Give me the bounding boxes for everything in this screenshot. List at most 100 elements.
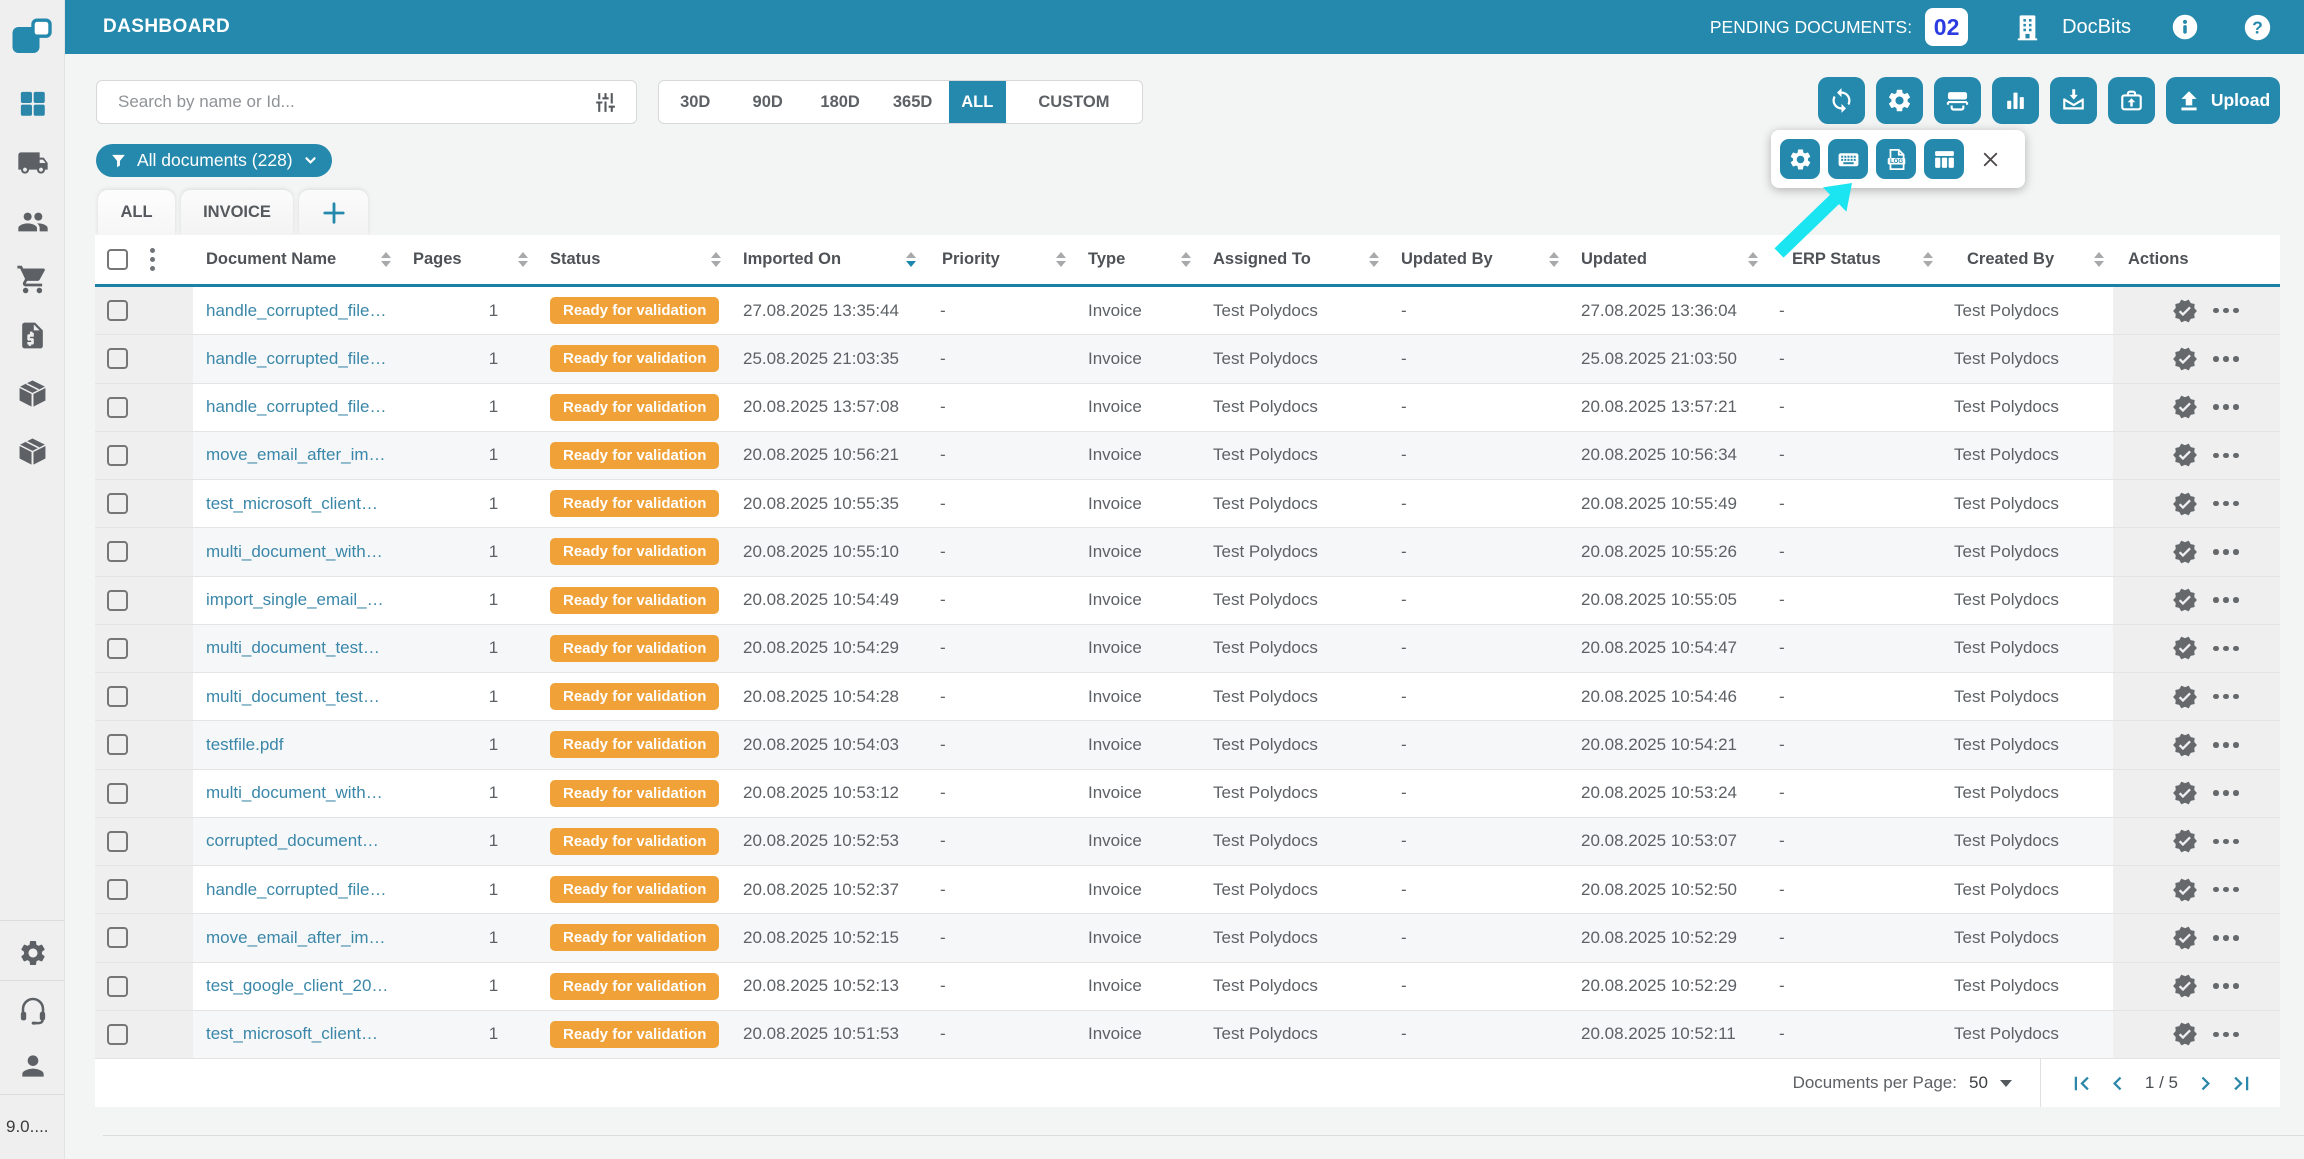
table-row[interactable]: multi_document_with… 1 Ready for validat… bbox=[95, 770, 2280, 818]
row-kebab-icon[interactable] bbox=[2213, 646, 2239, 652]
scanner-button[interactable] bbox=[1934, 77, 1981, 124]
verified-badge-icon[interactable] bbox=[2172, 828, 2198, 854]
table-row[interactable]: multi_document_with… 1 Ready for validat… bbox=[95, 528, 2280, 576]
verified-badge-icon[interactable] bbox=[2172, 877, 2198, 903]
verified-badge-icon[interactable] bbox=[2172, 346, 2198, 372]
document-link[interactable]: handle_corrupted_file… bbox=[206, 880, 387, 900]
row-checkbox[interactable] bbox=[107, 879, 128, 900]
info-icon[interactable] bbox=[2171, 13, 2199, 41]
column-header-imported-on[interactable]: Imported On bbox=[730, 235, 925, 284]
sidebar-item-dashboard[interactable] bbox=[0, 88, 65, 119]
document-link[interactable]: handle_corrupted_file… bbox=[206, 397, 387, 417]
table-row[interactable]: multi_document_test… 1 Ready for validat… bbox=[95, 673, 2280, 721]
column-header-document-name[interactable]: Document Name bbox=[193, 235, 400, 284]
table-row[interactable]: corrupted_document… 1 Ready for validati… bbox=[95, 818, 2280, 866]
row-kebab-icon[interactable] bbox=[2213, 549, 2239, 555]
document-link[interactable]: multi_document_with… bbox=[206, 783, 383, 803]
table-row[interactable]: test_microsoft_client… 1 Ready for valid… bbox=[95, 480, 2280, 528]
row-kebab-icon[interactable] bbox=[2213, 839, 2239, 845]
document-link[interactable]: multi_document_with… bbox=[206, 542, 383, 562]
next-page-icon[interactable] bbox=[2190, 1070, 2220, 1097]
table-row[interactable]: import_single_email_… 1 Ready for valida… bbox=[95, 577, 2280, 625]
tab-invoice[interactable]: INVOICE bbox=[181, 190, 293, 235]
range-365d[interactable]: 365D bbox=[876, 81, 948, 123]
popup-keyboard-button[interactable] bbox=[1828, 139, 1868, 179]
table-row[interactable]: test_google_client_20… 1 Ready for valid… bbox=[95, 963, 2280, 1011]
table-row[interactable]: handle_corrupted_file… 1 Ready for valid… bbox=[95, 866, 2280, 914]
popup-log-button[interactable]: LOG bbox=[1876, 139, 1916, 179]
table-row[interactable]: move_email_after_im… 1 Ready for validat… bbox=[95, 432, 2280, 480]
sidebar-item-orders[interactable] bbox=[0, 377, 65, 410]
row-checkbox[interactable] bbox=[107, 1024, 128, 1045]
verified-badge-icon[interactable] bbox=[2172, 635, 2198, 661]
search-input[interactable] bbox=[97, 92, 593, 112]
popup-columns-button[interactable] bbox=[1924, 139, 1964, 179]
verified-badge-icon[interactable] bbox=[2172, 394, 2198, 420]
row-kebab-icon[interactable] bbox=[2213, 501, 2239, 507]
verified-badge-icon[interactable] bbox=[2172, 587, 2198, 613]
table-row[interactable]: multi_document_test… 1 Ready for validat… bbox=[95, 625, 2280, 673]
sidebar-item-settings[interactable] bbox=[0, 938, 65, 968]
sidebar-item-profile[interactable] bbox=[0, 1050, 65, 1082]
row-checkbox[interactable] bbox=[107, 397, 128, 418]
document-link[interactable]: import_single_email_… bbox=[206, 590, 384, 610]
docbits-logo-icon[interactable] bbox=[11, 18, 53, 55]
settings-button[interactable] bbox=[1876, 77, 1923, 124]
row-checkbox[interactable] bbox=[107, 927, 128, 948]
row-checkbox[interactable] bbox=[107, 445, 128, 466]
column-header-updated-by[interactable]: Updated By bbox=[1388, 235, 1568, 284]
row-kebab-icon[interactable] bbox=[2213, 887, 2239, 893]
last-page-icon[interactable] bbox=[2226, 1070, 2256, 1097]
document-link[interactable]: multi_document_test… bbox=[206, 638, 380, 658]
sidebar-item-users[interactable] bbox=[0, 206, 65, 238]
export-button[interactable] bbox=[2108, 77, 2155, 124]
document-link[interactable]: move_email_after_im… bbox=[206, 445, 386, 465]
sidebar-item-invoices[interactable] bbox=[0, 320, 65, 351]
row-kebab-icon[interactable] bbox=[2213, 404, 2239, 410]
verified-badge-icon[interactable] bbox=[2172, 684, 2198, 710]
row-checkbox[interactable] bbox=[107, 783, 128, 804]
popup-close-button[interactable] bbox=[1979, 148, 2002, 171]
tab-all[interactable]: ALL bbox=[98, 190, 175, 235]
document-link[interactable]: test_google_client_20… bbox=[206, 976, 388, 996]
document-link[interactable]: test_microsoft_client… bbox=[206, 494, 378, 514]
mail-import-button[interactable] bbox=[2050, 77, 2097, 124]
document-link[interactable]: multi_document_test… bbox=[206, 687, 380, 707]
column-header-created-by[interactable]: Created By bbox=[1942, 235, 2113, 284]
table-row[interactable]: testfile.pdf 1 Ready for validation 20.0… bbox=[95, 721, 2280, 769]
row-kebab-icon[interactable] bbox=[2213, 597, 2239, 603]
document-link[interactable]: test_microsoft_client… bbox=[206, 1024, 378, 1044]
sidebar-item-purchasing[interactable] bbox=[0, 263, 65, 296]
document-link[interactable]: corrupted_document… bbox=[206, 831, 379, 851]
prev-page-icon[interactable] bbox=[2103, 1070, 2133, 1097]
column-header-pages[interactable]: Pages bbox=[400, 235, 537, 284]
range-30d[interactable]: 30D bbox=[659, 81, 731, 123]
range-custom[interactable]: CUSTOM bbox=[1006, 81, 1142, 123]
table-row[interactable]: move_email_after_im… 1 Ready for validat… bbox=[95, 914, 2280, 962]
document-link[interactable]: testfile.pdf bbox=[206, 735, 284, 755]
popup-settings-button[interactable] bbox=[1780, 139, 1820, 179]
verified-badge-icon[interactable] bbox=[2172, 539, 2198, 565]
document-link[interactable]: handle_corrupted_file… bbox=[206, 349, 387, 369]
statistics-button[interactable] bbox=[1992, 77, 2039, 124]
add-tab-button[interactable] bbox=[299, 190, 368, 235]
sidebar-item-shipping[interactable] bbox=[0, 147, 65, 179]
row-kebab-icon[interactable] bbox=[2213, 790, 2239, 796]
select-all-checkbox[interactable] bbox=[107, 249, 128, 270]
verified-badge-icon[interactable] bbox=[2172, 491, 2198, 517]
header-kebab-icon[interactable] bbox=[150, 248, 155, 271]
column-header-type[interactable]: Type bbox=[1075, 235, 1200, 284]
sidebar-item-support[interactable] bbox=[0, 995, 65, 1027]
document-link[interactable]: handle_corrupted_file… bbox=[206, 301, 387, 321]
range-90d[interactable]: 90D bbox=[731, 81, 803, 123]
row-checkbox[interactable] bbox=[107, 638, 128, 659]
row-kebab-icon[interactable] bbox=[2213, 935, 2239, 941]
sidebar-item-deliveries[interactable] bbox=[0, 435, 65, 468]
tune-icon[interactable] bbox=[593, 90, 636, 115]
verified-badge-icon[interactable] bbox=[2172, 780, 2198, 806]
row-checkbox[interactable] bbox=[107, 493, 128, 514]
filter-chip[interactable]: All documents (228) bbox=[96, 144, 332, 177]
row-checkbox[interactable] bbox=[107, 976, 128, 997]
column-header-erp-status[interactable]: ERP Status bbox=[1767, 235, 1942, 284]
row-checkbox[interactable] bbox=[107, 686, 128, 707]
